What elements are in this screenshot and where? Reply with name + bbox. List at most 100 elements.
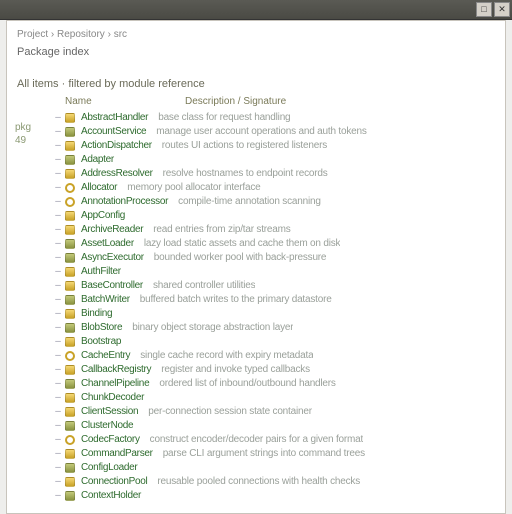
item-description: construct encoder/decoder pairs for a gi… — [150, 433, 363, 447]
item-name: AssetLoader — [81, 237, 134, 251]
list-item[interactable]: –ContextHolder — [51, 489, 499, 503]
tree-dash-icon: – — [51, 209, 65, 223]
tree-dash-icon: – — [51, 475, 65, 489]
item-description: resolve hostnames to endpoint records — [163, 167, 328, 181]
side-label-count: 49 — [15, 135, 51, 146]
item-name: AsyncExecutor — [81, 251, 144, 265]
item-list: –AbstractHandlerbase class for request h… — [51, 111, 499, 503]
item-name: ClusterNode — [81, 419, 133, 433]
header: Project › Repository › src Package index — [7, 21, 505, 64]
item-name: ConnectionPool — [81, 475, 147, 489]
tree-dash-icon: – — [51, 279, 65, 293]
item-name: AuthFilter — [81, 265, 121, 279]
column-headers: Name Description / Signature — [65, 96, 499, 107]
tree-dash-icon: – — [51, 125, 65, 139]
item-name: Bootstrap — [81, 335, 121, 349]
olive-icon — [65, 379, 75, 389]
tree-dash-icon: – — [51, 153, 65, 167]
list-item[interactable]: – ConnectionPool reusable pooled connectio… — [51, 475, 499, 489]
ring-icon — [65, 183, 75, 193]
tree-dash-icon: – — [51, 307, 65, 321]
list-item[interactable]: –ArchiveReaderread entries from zip/tar … — [51, 223, 499, 237]
list-item[interactable]: – AppConfig — [51, 209, 499, 223]
list-item[interactable]: –AbstractHandlerbase class for request h… — [51, 111, 499, 125]
list-item[interactable]: – BaseController shared controller utiliti… — [51, 279, 499, 293]
list-item[interactable]: –ClientSessionper-connection session sta… — [51, 405, 499, 419]
header-subtitle: Package index — [17, 46, 495, 58]
item-name: CacheEntry — [81, 349, 130, 363]
list-item[interactable]: –ChannelPipelineordered list of inbound/… — [51, 377, 499, 391]
gold-icon — [65, 267, 75, 277]
gold-icon — [65, 141, 75, 151]
tree-dash-icon: – — [51, 489, 65, 503]
item-description: binary object storage abstraction layer — [132, 321, 293, 335]
gold-icon — [65, 169, 75, 179]
olive-icon — [65, 323, 75, 333]
column-name[interactable]: Name — [65, 96, 175, 107]
item-description: read entries from zip/tar streams — [153, 223, 290, 237]
list-item[interactable]: –ClusterNode — [51, 419, 499, 433]
tree-dash-icon: – — [51, 405, 65, 419]
list-item[interactable]: –ConfigLoader — [51, 461, 499, 475]
list-item[interactable]: –CodecFactoryconstruct encoder/decoder p… — [51, 433, 499, 447]
tree-dash-icon: – — [51, 265, 65, 279]
tree-dash-icon: – — [51, 461, 65, 475]
list-item[interactable]: –CacheEntrysingle cache record with expi… — [51, 349, 499, 363]
item-description: buffered batch writes to the primary dat… — [140, 293, 332, 307]
list-item[interactable]: –ActionDispatcherroutes UI actions to re… — [51, 139, 499, 153]
gold-icon — [65, 211, 75, 221]
olive-icon — [65, 421, 75, 431]
list-item[interactable]: – BatchWriter buffered batch writes to the… — [51, 293, 499, 307]
gold-icon — [65, 337, 75, 347]
list-item[interactable]: – AuthFilter — [51, 265, 499, 279]
item-name: BatchWriter — [81, 293, 130, 307]
gold-icon — [65, 393, 75, 403]
olive-icon — [65, 463, 75, 473]
list-item[interactable]: –AccountServicemanage user account opera… — [51, 125, 499, 139]
item-description: ordered list of inbound/outbound handler… — [159, 377, 335, 391]
item-description: memory pool allocator interface — [127, 181, 260, 195]
list-item[interactable]: –AddressResolverresolve hostnames to end… — [51, 167, 499, 181]
tree-dash-icon: – — [51, 111, 65, 125]
item-description: lazy load static assets and cache them o… — [144, 237, 340, 251]
item-name: CallbackRegistry — [81, 363, 151, 377]
maximize-button[interactable]: □ — [476, 2, 492, 17]
item-name: BaseController — [81, 279, 143, 293]
tree-dash-icon: – — [51, 391, 65, 405]
list-item[interactable]: –Allocatormemory pool allocator interfac… — [51, 181, 499, 195]
item-name: AccountService — [81, 125, 146, 139]
item-description: register and invoke typed callbacks — [161, 363, 310, 377]
item-description: routes UI actions to registered listener… — [162, 139, 327, 153]
list-item[interactable]: –CommandParserparse CLI argument strings… — [51, 447, 499, 461]
tree-dash-icon: – — [51, 321, 65, 335]
gold-icon — [65, 113, 75, 123]
tree-dash-icon: – — [51, 139, 65, 153]
tree-dash-icon: – — [51, 223, 65, 237]
olive-icon — [65, 155, 75, 165]
section-label: All items · filtered by module reference — [17, 78, 505, 90]
item-name: Binding — [81, 307, 112, 321]
gold-icon — [65, 449, 75, 459]
list-item[interactable]: –AssetLoaderlazy load static assets and … — [51, 237, 499, 251]
item-name: AppConfig — [81, 209, 125, 223]
list-item[interactable]: – Binding — [51, 307, 499, 321]
tree-dash-icon: – — [51, 167, 65, 181]
list-item[interactable]: –AnnotationProcessorcompile-time annotat… — [51, 195, 499, 209]
item-description: shared controller utilities — [153, 279, 255, 293]
tree-dash-icon: – — [51, 335, 65, 349]
column-description[interactable]: Description / Signature — [185, 96, 286, 107]
list-item[interactable]: – Adapter — [51, 153, 499, 167]
list-item[interactable]: –CallbackRegistryregister and invoke typ… — [51, 363, 499, 377]
list-item[interactable]: –AsyncExecutorbounded worker pool with b… — [51, 251, 499, 265]
tree-dash-icon: – — [51, 293, 65, 307]
list-item[interactable]: – Bootstrap — [51, 335, 499, 349]
breadcrumb[interactable]: Project › Repository › src — [17, 29, 495, 40]
tree-dash-icon: – — [51, 181, 65, 195]
item-name: Adapter — [81, 153, 114, 167]
tree-dash-icon: – — [51, 433, 65, 447]
close-button[interactable]: ✕ — [494, 2, 510, 17]
item-description: reusable pooled connections with health … — [157, 475, 360, 489]
list-item[interactable]: –BlobStorebinary object storage abstract… — [51, 321, 499, 335]
item-description: bounded worker pool with back-pressure — [154, 251, 327, 265]
list-item[interactable]: –ChunkDecoder — [51, 391, 499, 405]
